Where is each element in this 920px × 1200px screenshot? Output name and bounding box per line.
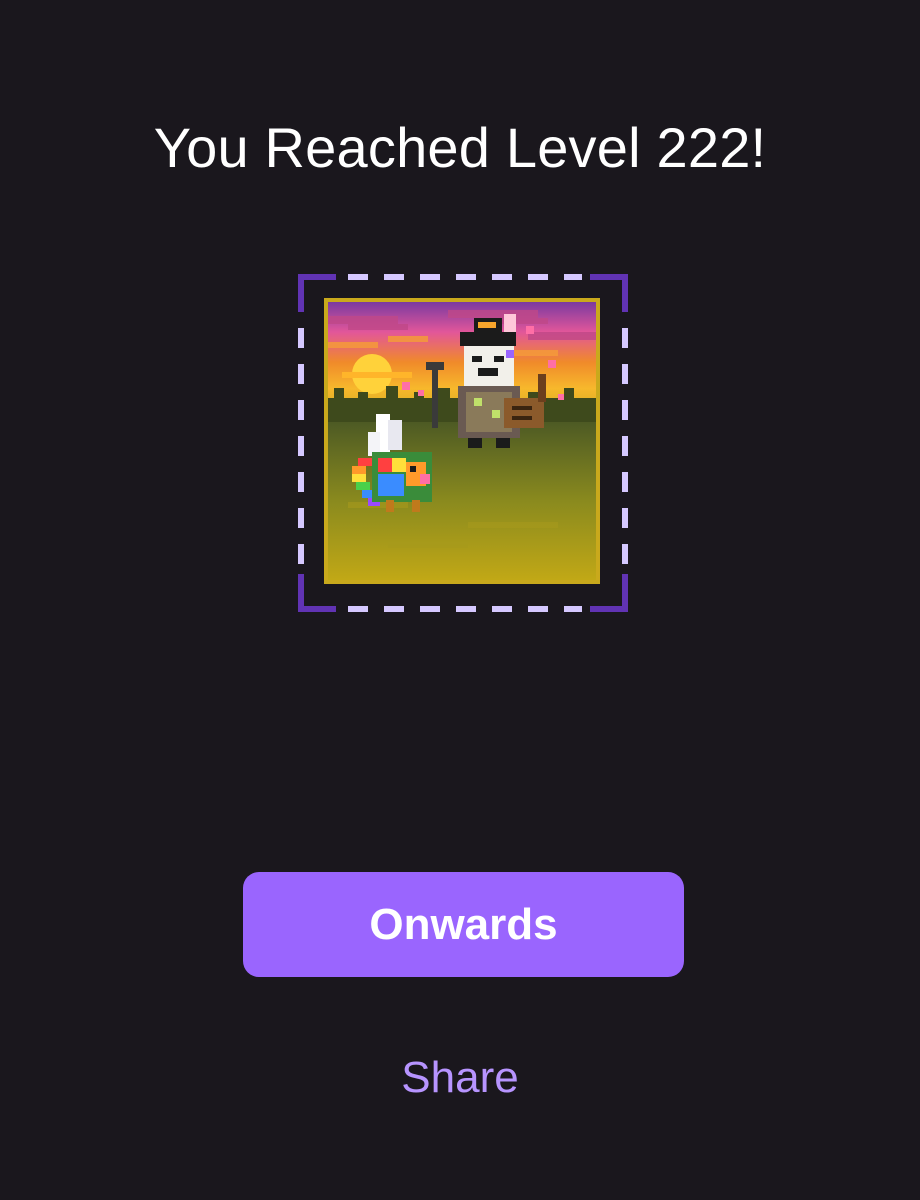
pixel-avatar-with-pet-icon [328, 302, 596, 580]
share-link[interactable]: Share [0, 1048, 920, 1108]
avatar-frame [298, 274, 628, 612]
level-up-title: You Reached Level 222! [153, 116, 767, 179]
avatar-image [324, 298, 600, 584]
onwards-button[interactable]: Onwards [243, 872, 684, 977]
